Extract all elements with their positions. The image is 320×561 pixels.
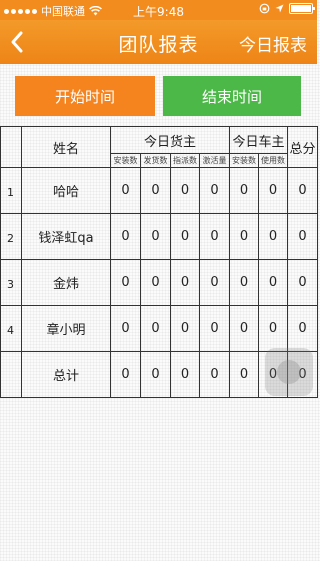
subheader-driver-usage: 使用数: [258, 153, 289, 168]
table-cell: 0: [258, 259, 289, 306]
subheader-shipper-installs: 安装数: [110, 153, 141, 168]
row-index: 1: [0, 167, 22, 214]
table-cell: 0: [170, 259, 200, 306]
status-icons: [259, 3, 315, 14]
table-cell: 0: [198, 351, 231, 398]
subheader-driver-installs: 安装数: [229, 153, 260, 168]
table-cell: 0: [198, 259, 231, 306]
status-bar: 中国联通 上午9:48: [0, 0, 317, 20]
table-cell: 0: [287, 259, 319, 306]
table-cell: 0: [110, 259, 141, 306]
index-header: [0, 126, 22, 168]
table-cell: 0: [287, 213, 319, 260]
start-time-button[interactable]: 开始时间: [15, 76, 155, 116]
table-cell: 0: [170, 351, 200, 398]
table-cell: 0: [198, 305, 231, 352]
table-cell: 0: [258, 167, 289, 214]
table-cell: 0: [170, 167, 200, 214]
row-index: [0, 351, 22, 398]
total-label: 总计: [21, 351, 111, 398]
table-cell: 0: [229, 305, 260, 352]
table-row[interactable]: 1 哈哈 0 0 0 0 0 0 0: [0, 167, 319, 214]
today-shipper-header: 今日货主: [109, 126, 231, 154]
subheader-shipper-assignments: 指派数: [170, 153, 200, 168]
assistive-touch-button[interactable]: [265, 348, 313, 396]
table-cell: 0: [287, 167, 319, 214]
table-cell: 0: [258, 305, 289, 352]
table-cell: 0: [229, 167, 260, 214]
table-cell: 0: [140, 305, 171, 352]
table-cell: 0: [110, 351, 141, 398]
table-cell: 0: [110, 167, 141, 214]
table-cell: 0: [140, 167, 171, 214]
today-report-button[interactable]: 今日报表: [239, 31, 307, 56]
name-header: 姓名: [21, 126, 111, 168]
table-row[interactable]: 3 金炜 0 0 0 0 0 0 0: [0, 259, 319, 306]
location-icon: [275, 4, 284, 13]
row-index: 2: [0, 213, 22, 260]
table-cell: 0: [287, 305, 319, 352]
total-score-header: 总分: [287, 126, 319, 168]
table-cell: 0: [229, 351, 260, 398]
table-cell: 0: [198, 213, 231, 260]
table-cell: 0: [140, 351, 171, 398]
table-cell: 0: [170, 213, 200, 260]
orientation-lock-icon: [259, 3, 270, 14]
table-cell: 0: [140, 213, 171, 260]
table-cell: 0: [170, 305, 200, 352]
table-cell: 0: [258, 213, 289, 260]
row-index: 3: [0, 259, 22, 306]
row-index: 4: [0, 305, 22, 352]
member-name: 钱泽虹qa: [21, 213, 111, 260]
table-cell: 0: [110, 213, 141, 260]
subheader-shipper-activations: 激活量: [198, 153, 231, 168]
table-cell: 0: [229, 259, 260, 306]
table-cell: 0: [198, 167, 231, 214]
table-cell: 0: [229, 213, 260, 260]
subheader-shipper-shipments: 发货数: [140, 153, 171, 168]
table-cell: 0: [110, 305, 141, 352]
member-name: 金炜: [21, 259, 111, 306]
member-name: 章小明: [21, 305, 111, 352]
table-cell: 0: [140, 259, 171, 306]
member-name: 哈哈: [21, 167, 111, 214]
table-row[interactable]: 4 章小明 0 0 0 0 0 0 0: [0, 305, 319, 352]
navigation-bar: 团队报表 今日报表: [0, 20, 317, 64]
table-row[interactable]: 2 钱泽虹qa 0 0 0 0 0 0 0: [0, 213, 319, 260]
end-time-button[interactable]: 结束时间: [163, 76, 301, 116]
today-driver-header: 今日车主: [229, 126, 289, 154]
battery-icon: [289, 3, 315, 14]
